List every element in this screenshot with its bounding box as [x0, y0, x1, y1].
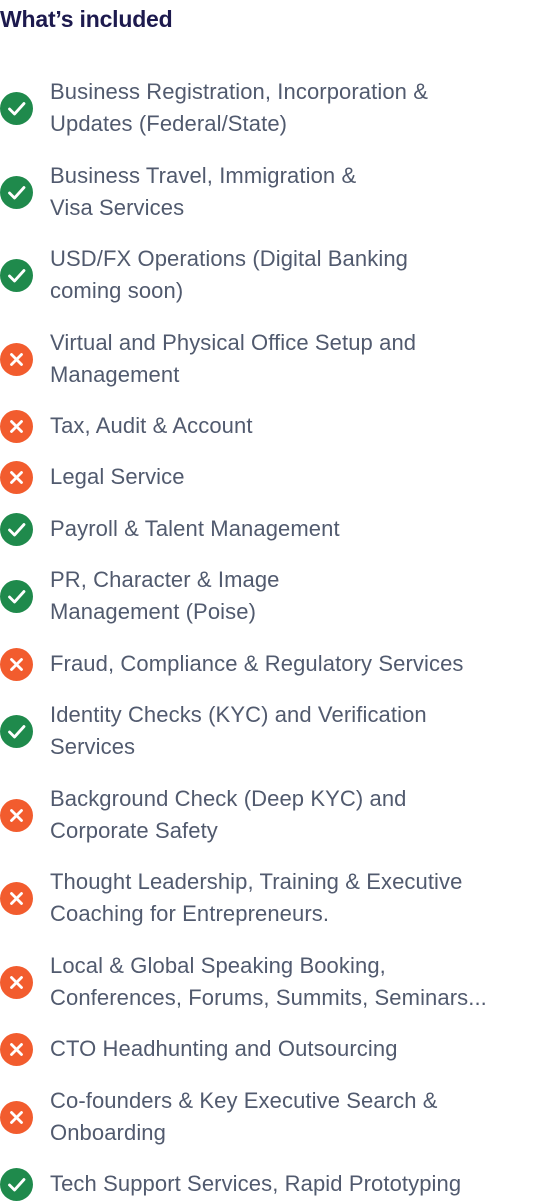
- feature-label: Legal Service: [50, 464, 185, 489]
- feature-label: Identity Checks (KYC) and Verification S…: [50, 702, 427, 759]
- x-circle-icon: [0, 461, 33, 494]
- feature-label: Local & Global Speaking Booking, Confere…: [50, 953, 487, 1010]
- x-circle-icon: [0, 648, 33, 681]
- check-circle-icon: [0, 580, 33, 613]
- x-circle-icon: [0, 799, 33, 832]
- feature-label: Co-founders & Key Executive Search & Onb…: [50, 1088, 438, 1145]
- feature-label: Tax, Audit & Account: [50, 413, 253, 438]
- feature-label: Fraud, Compliance & Regulatory Services: [50, 651, 464, 676]
- feature-label: Background Check (Deep KYC) and Corporat…: [50, 786, 407, 843]
- feature-label: Business Registration, Incorporation & U…: [50, 79, 428, 136]
- check-circle-icon: [0, 1168, 33, 1201]
- feature-label: Thought Leadership, Training & Executive…: [50, 869, 463, 926]
- check-circle-icon: [0, 513, 33, 546]
- feature-label: USD/FX Operations (Digital Banking comin…: [50, 246, 408, 303]
- x-circle-icon: [0, 1033, 33, 1066]
- check-circle-icon: [0, 176, 33, 209]
- feature-label: CTO Headhunting and Outsourcing: [50, 1036, 398, 1061]
- section-title: What’s included: [0, 6, 173, 32]
- check-circle-icon: [0, 715, 33, 748]
- x-circle-icon: [0, 343, 33, 376]
- x-circle-icon: [0, 1101, 33, 1134]
- x-circle-icon: [0, 882, 33, 915]
- check-circle-icon: [0, 259, 33, 292]
- check-circle-icon: [0, 92, 33, 125]
- feature-label: Tech Support Services, Rapid Prototyping: [50, 1171, 462, 1196]
- feature-label: Business Travel, Immigration & Visa Serv…: [50, 163, 357, 220]
- x-circle-icon: [0, 966, 33, 999]
- x-circle-icon: [0, 410, 33, 443]
- feature-label: Payroll & Talent Management: [50, 516, 340, 541]
- feature-label: PR, Character & Image Management (Poise): [50, 567, 280, 624]
- feature-label: Virtual and Physical Office Setup and Ma…: [50, 330, 417, 387]
